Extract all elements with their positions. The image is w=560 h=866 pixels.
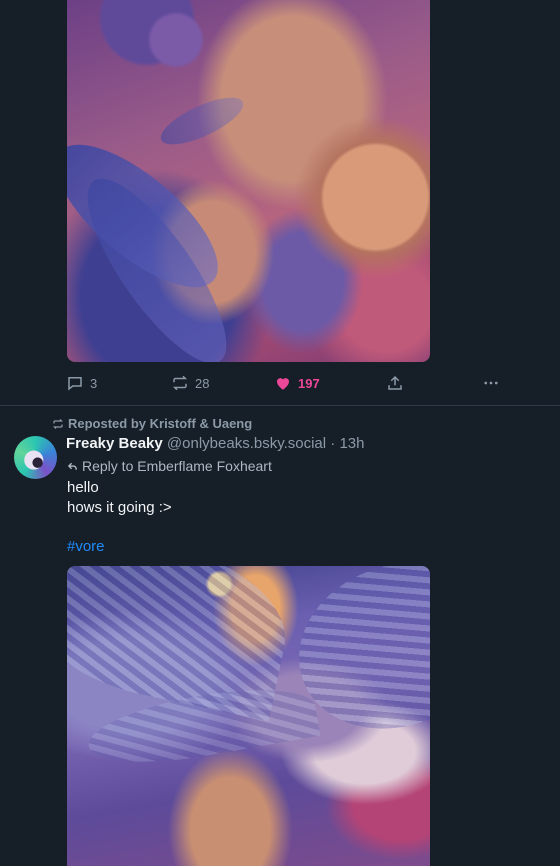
author-name[interactable]: Freaky Beaky — [66, 435, 163, 452]
share-button[interactable] — [386, 374, 404, 392]
reply-button[interactable]: 3 — [66, 374, 97, 392]
repost-count: 28 — [195, 375, 210, 391]
more-options-button[interactable] — [482, 374, 500, 392]
like-count: 197 — [298, 375, 320, 391]
reply-to-label: Reply to Emberflame Foxheart — [82, 458, 272, 474]
repost-indicator[interactable]: Reposted by Kristoff & Uaeng — [52, 416, 252, 431]
share-icon — [388, 375, 402, 390]
post-text: hello hows it going :> — [67, 478, 172, 518]
post-text-line: hows it going :> — [67, 499, 172, 516]
post-image-previous[interactable] — [67, 0, 430, 362]
post-text-line: hello — [67, 479, 99, 496]
post-author-line: Freaky Beaky @onlybeaks.bsky.social · 13… — [66, 435, 364, 452]
heart-icon — [277, 378, 289, 390]
post-actions-bar: 3 28 197 — [66, 373, 506, 393]
author-handle[interactable]: @onlybeaks.bsky.social — [167, 435, 326, 452]
reply-arrow-icon — [67, 462, 77, 470]
meta-separator: · — [330, 435, 336, 452]
hashtag-link[interactable]: #vore — [67, 538, 105, 555]
post-time[interactable]: 13h — [339, 435, 364, 452]
post-divider — [0, 405, 560, 406]
repost-icon — [172, 375, 188, 391]
reply-count: 3 — [90, 375, 98, 391]
more-icon — [484, 381, 498, 385]
reply-icon — [68, 377, 82, 391]
reply-to-line[interactable]: Reply to Emberflame Foxheart — [67, 458, 272, 474]
like-button[interactable]: 197 — [274, 374, 320, 392]
post-image[interactable] — [67, 566, 430, 866]
repost-label: Reposted by Kristoff & Uaeng — [68, 416, 253, 431]
avatar[interactable] — [14, 436, 57, 479]
repost-button[interactable]: 28 — [171, 374, 209, 392]
small-repost-icon — [52, 418, 64, 429]
